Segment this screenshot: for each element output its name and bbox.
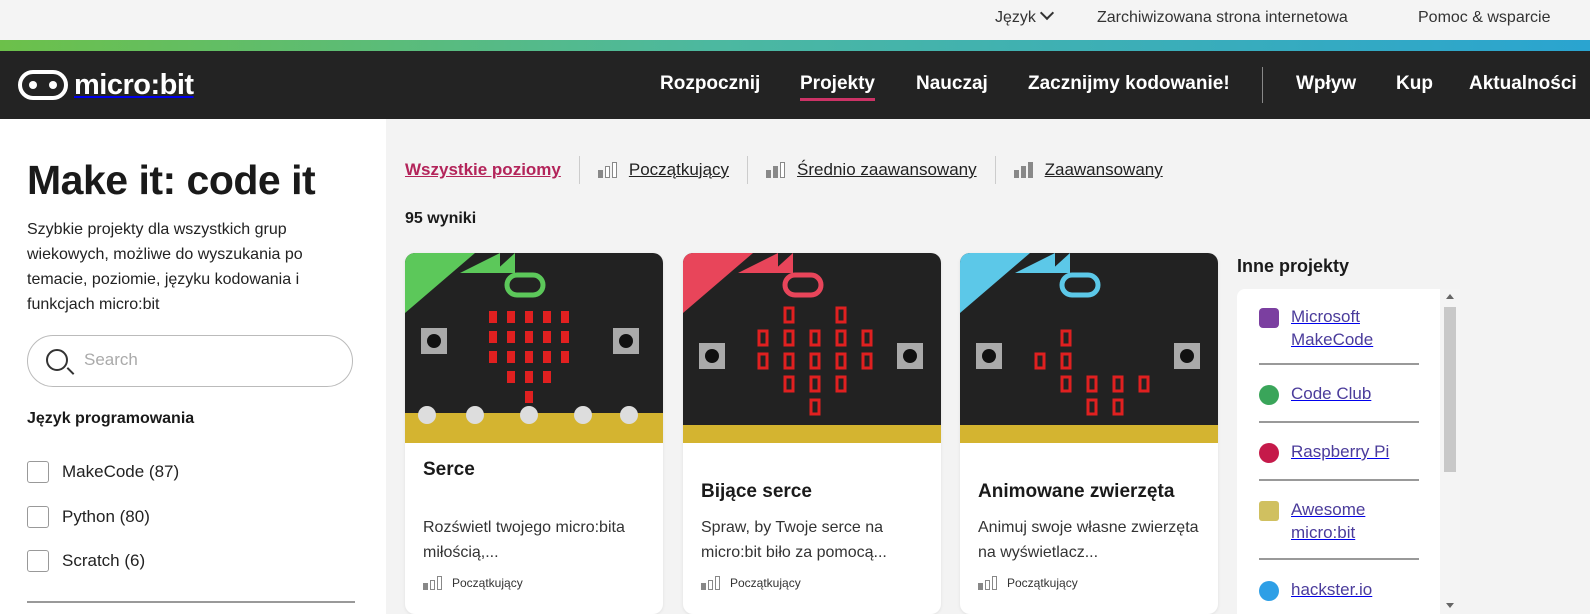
project-card[interactable]: Animowane zwierzęta Animuj swoje własne … xyxy=(960,253,1218,614)
checkbox[interactable] xyxy=(27,461,49,483)
list-divider xyxy=(1259,558,1419,560)
microbit-logo[interactable]: micro:bit xyxy=(18,69,194,101)
card-level-label: Początkujący xyxy=(1007,576,1078,590)
other-project-code-club[interactable]: Code Club xyxy=(1259,382,1419,405)
nav-item-zacznijmy-kodowanie[interactable]: Zacznijmy kodowanie! xyxy=(1028,73,1230,95)
level-filter-beginner[interactable]: Początkujący xyxy=(580,156,749,184)
nav-item-wplyw[interactable]: Wpływ xyxy=(1296,73,1356,95)
search-input[interactable] xyxy=(84,350,334,370)
level-filter-intermediate[interactable]: Średnio zaawansowany xyxy=(748,156,996,184)
other-project-label: Awesome micro:bit xyxy=(1291,500,1366,542)
brand-stripe xyxy=(0,40,1590,51)
level-beginner-icon xyxy=(597,162,619,178)
card-level-label: Początkujący xyxy=(452,576,523,590)
logo-text: micro:bit xyxy=(74,68,194,101)
level-advanced-icon xyxy=(1013,162,1035,178)
card-title: Bijące serce xyxy=(701,481,812,502)
scroll-down-icon[interactable] xyxy=(1446,603,1454,608)
page-title: Make it: code it xyxy=(27,157,316,203)
card-description: Rozświetl twojego micro:bita miłością,..… xyxy=(423,519,625,561)
other-project-raspberry-pi[interactable]: Raspberry Pi xyxy=(1259,440,1419,463)
level-beginner-icon xyxy=(423,576,444,590)
makecode-icon xyxy=(1259,308,1279,328)
microbit-heart-image xyxy=(405,253,663,443)
level-beginner-icon xyxy=(978,576,999,590)
raspberry-pi-icon xyxy=(1259,443,1279,463)
nav-item-rozpocznij[interactable]: Rozpocznij xyxy=(660,73,760,95)
card-level: Początkujący xyxy=(423,576,523,590)
filter-scratch[interactable]: Scratch (6) xyxy=(27,550,145,572)
other-projects-scrollbar[interactable] xyxy=(1440,289,1460,614)
card-level-label: Początkujący xyxy=(730,576,801,590)
filter-python[interactable]: Python (80) xyxy=(27,506,150,528)
other-project-hackster[interactable]: hackster.io xyxy=(1259,578,1419,601)
card-title: Serce xyxy=(423,459,475,480)
card-level: Początkujący xyxy=(978,576,1078,590)
other-project-awesome-microbit[interactable]: Awesome micro:bit xyxy=(1259,498,1419,544)
other-project-label: Microsoft MakeCode xyxy=(1291,307,1374,349)
checkbox[interactable] xyxy=(27,506,49,528)
search-icon[interactable] xyxy=(46,349,68,371)
nav-item-projekty[interactable]: Projekty xyxy=(800,73,875,101)
other-projects-list: Microsoft MakeCode Code Club Raspberry P… xyxy=(1237,289,1460,614)
microbit-animal-image xyxy=(960,253,1218,443)
filter-label: Python (80) xyxy=(62,507,150,526)
project-card[interactable]: Bijące serce Spraw, by Twoje serce na mi… xyxy=(683,253,941,614)
checkbox[interactable] xyxy=(27,550,49,572)
card-description: Spraw, by Twoje serce na micro:bit biło … xyxy=(701,519,887,561)
archived-site-link[interactable]: Zarchiwizowana strona internetowa xyxy=(1097,9,1348,27)
microbit-logo-icon xyxy=(18,70,68,100)
help-support-link[interactable]: Pomoc & wsparcie xyxy=(1418,9,1551,27)
list-divider xyxy=(1259,421,1419,423)
other-project-label: hackster.io xyxy=(1291,580,1373,599)
other-projects-heading: Inne projekty xyxy=(1237,256,1350,276)
level-filter-all[interactable]: Wszystkie poziomy xyxy=(405,156,580,184)
other-project-label: Raspberry Pi xyxy=(1291,442,1390,461)
level-label: Początkujący xyxy=(628,160,730,179)
card-level: Początkujący xyxy=(701,576,801,590)
level-label: Średnio zaawansowany xyxy=(797,160,977,179)
card-title: Animowane zwierzęta xyxy=(978,481,1175,502)
awesome-microbit-icon xyxy=(1259,501,1279,521)
other-project-makecode[interactable]: Microsoft MakeCode xyxy=(1259,305,1419,351)
code-club-icon xyxy=(1259,385,1279,405)
project-card[interactable]: Serce Rozświetl twojego micro:bita miłoś… xyxy=(405,253,663,614)
nav-divider xyxy=(1262,67,1263,103)
chevron-down-icon xyxy=(1039,5,1054,21)
level-intermediate-icon xyxy=(766,162,787,178)
sidebar-divider xyxy=(27,601,355,603)
card-description: Animuj swoje własne zwierzęta na wyświet… xyxy=(978,519,1199,561)
main-nav: micro:bit Rozpocznij Projekty Nauczaj Za… xyxy=(0,51,1590,119)
level-label: Zaawansowany xyxy=(1044,160,1163,179)
list-divider xyxy=(1259,479,1419,481)
scroll-up-icon[interactable] xyxy=(1446,294,1454,299)
search-box xyxy=(27,335,353,387)
utility-bar: Język Zarchiwizowana strona internetowa … xyxy=(0,0,1590,40)
language-selector[interactable]: Język xyxy=(995,5,1054,27)
language-label: Język xyxy=(995,9,1036,26)
filter-makecode[interactable]: MakeCode (87) xyxy=(27,461,179,483)
other-project-label: Code Club xyxy=(1291,384,1372,403)
language-filter-heading: Język programowania xyxy=(27,410,195,427)
filter-sidebar: Make it: code it Szybkie projekty dla ws… xyxy=(0,119,386,614)
page-description: Szybkie projekty dla wszystkich grup wie… xyxy=(27,221,303,313)
list-divider xyxy=(1259,363,1419,365)
nav-item-kup[interactable]: Kup xyxy=(1396,73,1433,95)
level-filter-advanced[interactable]: Zaawansowany xyxy=(996,156,1181,184)
filter-label: Scratch (6) xyxy=(62,551,146,570)
filter-label: MakeCode (87) xyxy=(62,462,180,481)
nav-item-nauczaj[interactable]: Nauczaj xyxy=(916,73,988,95)
nav-item-aktualnosci[interactable]: Aktualności xyxy=(1469,73,1577,95)
hackster-icon xyxy=(1259,581,1279,601)
scrollbar-thumb[interactable] xyxy=(1444,307,1456,472)
results-count: 95 wyniki xyxy=(405,210,477,227)
microbit-beating-heart-image xyxy=(683,253,941,443)
level-filters: Wszystkie poziomy Początkujący Średnio z… xyxy=(405,155,1181,185)
level-beginner-icon xyxy=(701,576,722,590)
